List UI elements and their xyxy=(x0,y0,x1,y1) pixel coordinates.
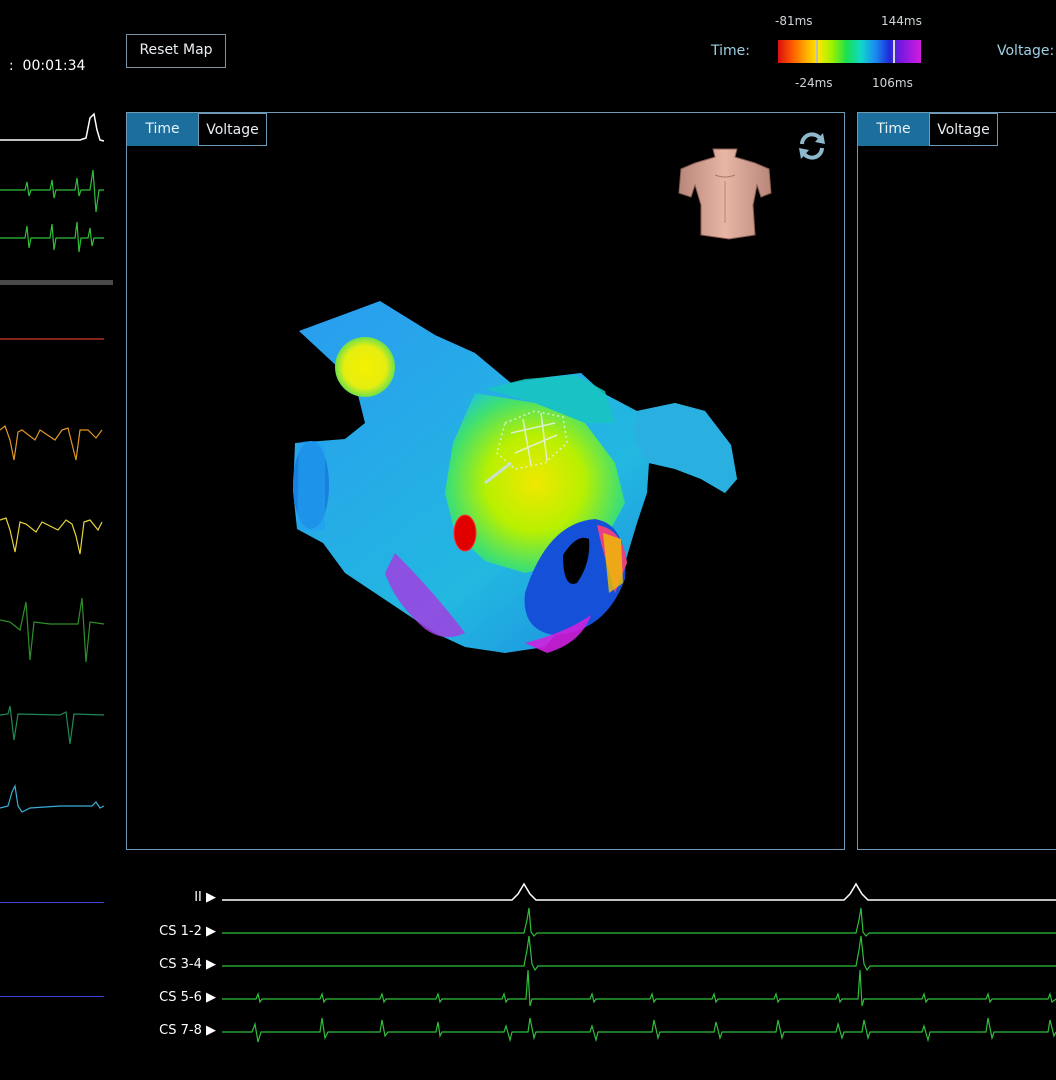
left-trace-7 xyxy=(0,597,105,663)
left-trace-6 xyxy=(0,517,103,555)
tab-time-right[interactable]: Time xyxy=(858,113,929,146)
left-trace-9 xyxy=(0,784,105,813)
left-traces-svg xyxy=(0,112,113,813)
timer-prefix: : xyxy=(8,58,14,74)
colorbar-low-marker[interactable] xyxy=(816,40,818,63)
colorbar-high-marker[interactable] xyxy=(893,40,895,63)
refresh-icon[interactable] xyxy=(795,129,829,163)
play-triangle-icon[interactable]: ▶ xyxy=(206,890,216,905)
play-triangle-icon[interactable]: ▶ xyxy=(206,990,216,1005)
voltage-label: Voltage: xyxy=(997,43,1055,59)
bottom-traces-svg xyxy=(222,882,1056,1043)
colorbar-top-left: -81ms xyxy=(775,14,813,28)
left-divider-bar xyxy=(0,280,113,285)
activation-map-3d[interactable] xyxy=(285,293,755,673)
torso-orientation-icon[interactable] xyxy=(673,143,777,243)
channel-label-cs34[interactable]: CS 3-4 ▶ xyxy=(159,957,216,972)
left-trace-3 xyxy=(0,221,104,253)
trace-cs56 xyxy=(222,969,1056,1007)
left-trace-2 xyxy=(0,169,104,213)
channel-label-cs78[interactable]: CS 7-8 ▶ xyxy=(159,1023,216,1038)
trace-cs78 xyxy=(222,1017,1056,1043)
colorbar-bottom-left: -24ms xyxy=(795,76,833,90)
play-triangle-icon[interactable]: ▶ xyxy=(206,957,216,972)
colorbar-bottom-right: 106ms xyxy=(872,76,913,90)
reset-map-button[interactable]: Reset Map xyxy=(126,34,226,68)
main-map-panel[interactable]: Time Voltage xyxy=(126,112,845,850)
left-trace-5 xyxy=(0,425,103,461)
bottom-traces xyxy=(222,870,1056,1060)
trace-cs12 xyxy=(222,907,1056,937)
left-trace-11 xyxy=(0,996,104,997)
timer-value: 00:01:34 xyxy=(22,58,86,74)
tab-voltage-right[interactable]: Voltage xyxy=(929,113,998,146)
channel-label-cs56[interactable]: CS 5-6 ▶ xyxy=(159,990,216,1005)
left-trace-8 xyxy=(0,705,105,745)
left-trace-10 xyxy=(0,902,104,903)
elapsed-timer: : 00:01:34 xyxy=(0,42,86,74)
channel-label-ii[interactable]: II ▶ xyxy=(194,890,216,905)
channel-label-cs12[interactable]: CS 1-2 ▶ xyxy=(159,924,216,939)
trace-cs34 xyxy=(222,935,1056,972)
tab-time[interactable]: Time xyxy=(127,113,198,146)
trace-ii xyxy=(222,882,1056,901)
time-colorbar[interactable] xyxy=(778,40,921,63)
time-label: Time: xyxy=(711,43,750,59)
left-trace-1 xyxy=(0,112,105,142)
play-triangle-icon[interactable]: ▶ xyxy=(206,924,216,939)
left-trace-column xyxy=(0,100,115,860)
right-map-panel[interactable]: Time Voltage xyxy=(857,112,1056,850)
colorbar-top-right: 144ms xyxy=(881,14,922,28)
tab-voltage[interactable]: Voltage xyxy=(198,113,267,146)
channel-labels: II ▶ CS 1-2 ▶ CS 3-4 ▶ CS 5-6 ▶ CS 7-8 ▶ xyxy=(120,886,216,1056)
play-triangle-icon[interactable]: ▶ xyxy=(206,1023,216,1038)
